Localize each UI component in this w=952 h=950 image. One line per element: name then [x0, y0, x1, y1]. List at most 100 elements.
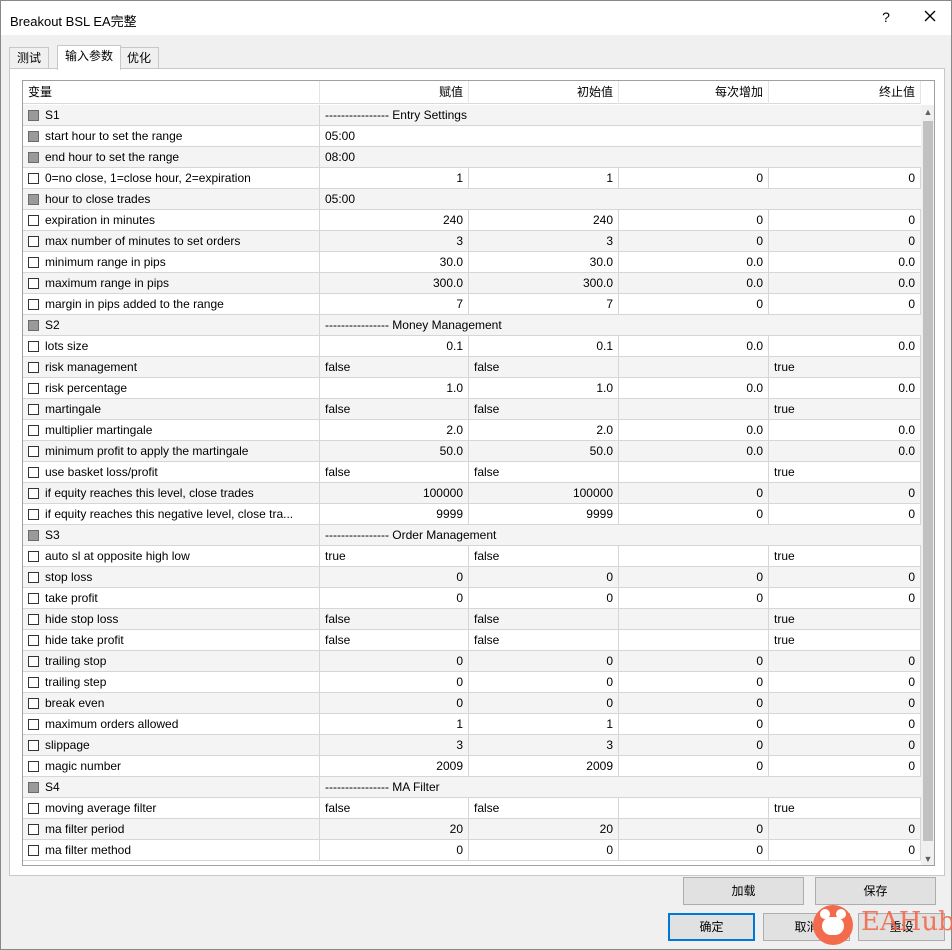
stop-value-cell[interactable]: 0	[769, 504, 921, 524]
parameter-name-cell[interactable]: risk percentage	[23, 378, 320, 398]
stop-value-cell[interactable]: 0	[769, 651, 921, 671]
start-value-cell[interactable]: 1	[469, 714, 619, 734]
load-button[interactable]: 加载	[683, 877, 804, 905]
parameter-value-cell[interactable]: 50.0	[320, 441, 469, 461]
section-row[interactable]: S4 ---------------- MA Filter	[23, 777, 921, 798]
stop-value-cell[interactable]: 0.0	[769, 273, 921, 293]
parameter-value-cell[interactable]: 240	[320, 210, 469, 230]
stop-value-cell[interactable]: true	[769, 609, 921, 629]
table-row[interactable]: minimum profit to apply the martingale 50…	[23, 441, 921, 462]
start-value-cell[interactable]: 2009	[469, 756, 619, 776]
parameter-value-cell[interactable]: 0	[320, 651, 469, 671]
parameter-value-cell[interactable]: 0	[320, 840, 469, 860]
stop-value-cell[interactable]: 0.0	[769, 336, 921, 356]
parameter-value-cell[interactable]: 20	[320, 819, 469, 839]
step-value-cell[interactable]: 0	[619, 168, 769, 188]
parameter-value-cell[interactable]: 3	[320, 231, 469, 251]
optimize-checkbox[interactable]	[28, 383, 39, 394]
parameter-name-cell[interactable]: minimum profit to apply the martingale	[23, 441, 320, 461]
column-header-variable[interactable]: 变量	[23, 81, 320, 104]
start-value-cell[interactable]: 0	[469, 693, 619, 713]
parameter-value-cell[interactable]: 100000	[320, 483, 469, 503]
optimize-checkbox[interactable]	[28, 572, 39, 583]
table-row[interactable]: trailing step 0 0 0 0	[23, 672, 921, 693]
start-value-cell[interactable]: 0	[469, 672, 619, 692]
parameter-value-cell[interactable]: 0	[320, 567, 469, 587]
start-value-cell[interactable]: 0	[469, 588, 619, 608]
table-row[interactable]: max number of minutes to set orders 3 3 0 0	[23, 231, 921, 252]
optimize-checkbox[interactable]	[28, 698, 39, 709]
table-row[interactable]: risk management false false true	[23, 357, 921, 378]
parameter-name-cell[interactable]: slippage	[23, 735, 320, 755]
start-value-cell[interactable]: 2.0	[469, 420, 619, 440]
parameter-name-cell[interactable]: auto sl at opposite high low	[23, 546, 320, 566]
table-row[interactable]: maximum range in pips 300.0 300.0 0.0 0.0	[23, 273, 921, 294]
parameter-name-cell[interactable]: end hour to set the range	[23, 147, 320, 167]
tab-test[interactable]: 测试	[9, 47, 50, 69]
parameter-name-cell[interactable]: trailing step	[23, 672, 320, 692]
parameter-value-cell[interactable]: false	[320, 630, 469, 650]
stop-value-cell[interactable]: 0.0	[769, 378, 921, 398]
parameter-name-cell[interactable]: margin in pips added to the range	[23, 294, 320, 314]
parameter-value-cell[interactable]: 0	[320, 672, 469, 692]
optimize-checkbox[interactable]	[28, 362, 39, 373]
stop-value-cell[interactable]: true	[769, 630, 921, 650]
parameter-name-cell[interactable]: ma filter period	[23, 819, 320, 839]
parameter-value-cell[interactable]: 05:00	[320, 189, 921, 209]
step-value-cell[interactable]	[619, 798, 769, 818]
parameter-name-cell[interactable]: 0=no close, 1=close hour, 2=expiration	[23, 168, 320, 188]
parameter-name-cell[interactable]: hide take profit	[23, 630, 320, 650]
stop-value-cell[interactable]: 0	[769, 588, 921, 608]
start-value-cell[interactable]: 0	[469, 567, 619, 587]
table-row[interactable]: take profit 0 0 0 0	[23, 588, 921, 609]
stop-value-cell[interactable]: 0	[769, 168, 921, 188]
section-row[interactable]: S1 ---------------- Entry Settings	[23, 105, 921, 126]
stop-value-cell[interactable]: 0	[769, 840, 921, 860]
start-value-cell[interactable]: 0	[469, 840, 619, 860]
table-row[interactable]: if equity reaches this negative level, c…	[23, 504, 921, 525]
stop-value-cell[interactable]: true	[769, 798, 921, 818]
step-value-cell[interactable]: 0	[619, 504, 769, 524]
stop-value-cell[interactable]: 0	[769, 294, 921, 314]
start-value-cell[interactable]: false	[469, 798, 619, 818]
parameter-name-cell[interactable]: S3	[23, 525, 320, 545]
start-value-cell[interactable]: 3	[469, 231, 619, 251]
parameter-name-cell[interactable]: take profit	[23, 588, 320, 608]
table-row[interactable]: break even 0 0 0 0	[23, 693, 921, 714]
step-value-cell[interactable]: 0.0	[619, 420, 769, 440]
table-row[interactable]: moving average filter false false true	[23, 798, 921, 819]
section-row[interactable]: S3 ---------------- Order Management	[23, 525, 921, 546]
stop-value-cell[interactable]: 0	[769, 735, 921, 755]
parameter-name-cell[interactable]: use basket loss/profit	[23, 462, 320, 482]
start-value-cell[interactable]: 1	[469, 168, 619, 188]
parameter-name-cell[interactable]: martingale	[23, 399, 320, 419]
parameter-name-cell[interactable]: stop loss	[23, 567, 320, 587]
parameter-name-cell[interactable]: trailing stop	[23, 651, 320, 671]
table-row[interactable]: use basket loss/profit false false true	[23, 462, 921, 483]
stop-value-cell[interactable]: 0	[769, 714, 921, 734]
table-row[interactable]: expiration in minutes 240 240 0 0	[23, 210, 921, 231]
tab-optimization[interactable]: 优化	[119, 47, 160, 69]
stop-value-cell[interactable]: 0	[769, 672, 921, 692]
column-header-value[interactable]: 赋值	[320, 81, 469, 104]
optimize-checkbox[interactable]	[28, 593, 39, 604]
step-value-cell[interactable]	[619, 357, 769, 377]
optimize-checkbox[interactable]	[28, 551, 39, 562]
scroll-up-icon[interactable]: ▲	[923, 107, 933, 117]
optimize-checkbox[interactable]	[28, 656, 39, 667]
optimize-checkbox[interactable]	[28, 236, 39, 247]
optimize-checkbox[interactable]	[28, 425, 39, 436]
start-value-cell[interactable]: false	[469, 462, 619, 482]
start-value-cell[interactable]: false	[469, 546, 619, 566]
tab-input-params[interactable]: 输入参数	[57, 45, 122, 70]
stop-value-cell[interactable]: true	[769, 357, 921, 377]
parameter-name-cell[interactable]: hour to close trades	[23, 189, 320, 209]
parameter-name-cell[interactable]: if equity reaches this negative level, c…	[23, 504, 320, 524]
optimize-checkbox[interactable]	[28, 509, 39, 520]
stop-value-cell[interactable]: 0.0	[769, 252, 921, 272]
parameter-value-cell[interactable]: 3	[320, 735, 469, 755]
step-value-cell[interactable]: 0	[619, 210, 769, 230]
table-row[interactable]: hour to close trades 05:00	[23, 189, 921, 210]
step-value-cell[interactable]: 0	[619, 819, 769, 839]
parameter-name-cell[interactable]: S1	[23, 105, 320, 125]
